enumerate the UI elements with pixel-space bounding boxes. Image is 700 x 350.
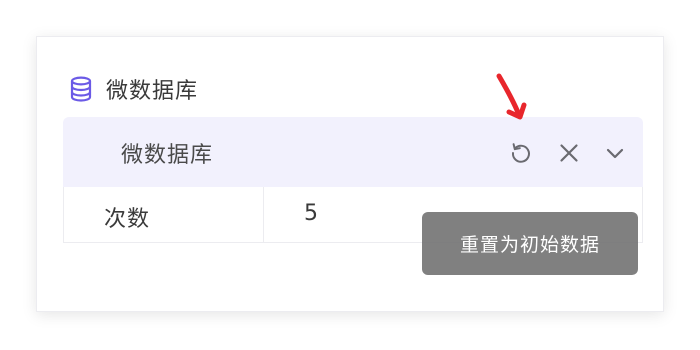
section-header: 微数据库 <box>68 75 199 104</box>
collapse-button[interactable] <box>601 139 629 167</box>
reset-button[interactable] <box>507 139 535 167</box>
close-icon <box>560 144 578 162</box>
value-text: 5 <box>304 201 318 226</box>
chevron-down-icon <box>606 148 624 159</box>
panel-header[interactable]: 微数据库 <box>63 117 643 187</box>
tooltip: 重置为初始数据 <box>422 212 638 275</box>
panel-header-title: 微数据库 <box>121 143 214 168</box>
key-text: 次数 <box>104 207 151 232</box>
section-title: 微数据库 <box>106 79 199 104</box>
database-icon <box>68 75 94 103</box>
red-arrow-icon <box>496 73 527 120</box>
tooltip-text: 重置为初始数据 <box>459 234 600 256</box>
close-button[interactable] <box>555 139 583 167</box>
table-row-key: 次数 <box>64 187 264 242</box>
reset-icon <box>511 143 530 163</box>
